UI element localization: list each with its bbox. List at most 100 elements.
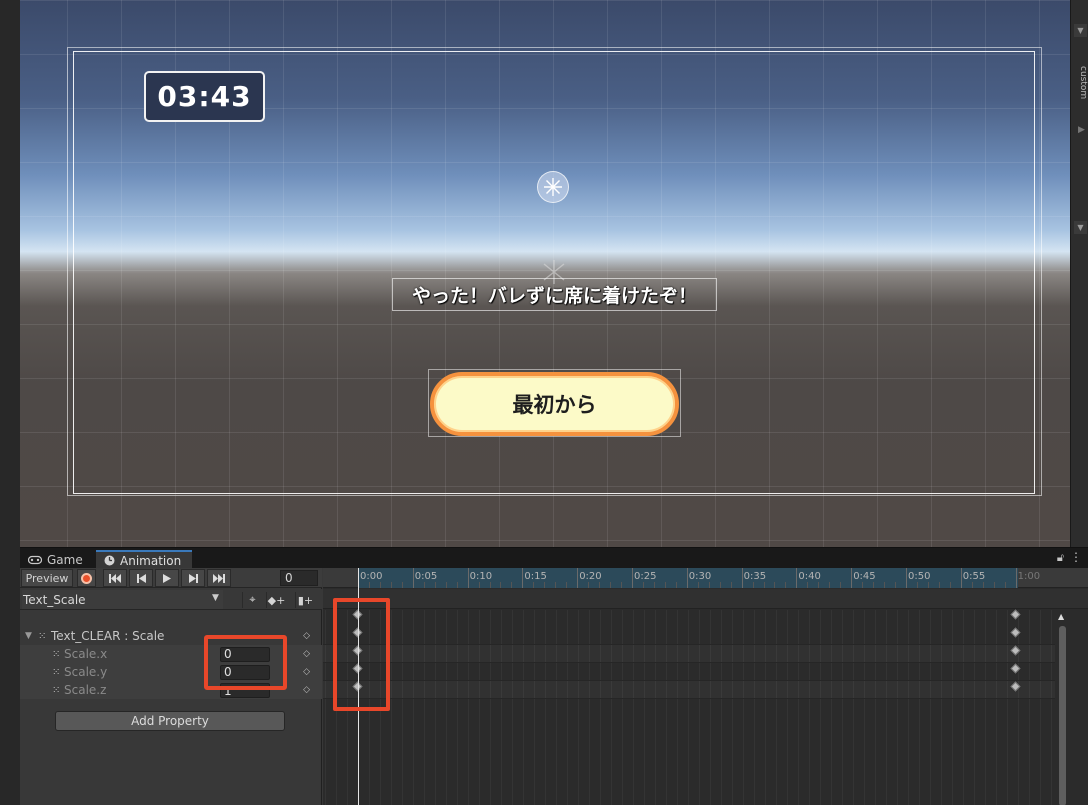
tick-mark — [401, 582, 403, 588]
tick-mark — [577, 568, 579, 588]
dopesheet-timeline[interactable]: 0:00 0:05 0:10 0:15 0:20 0:25 0:30 0:35 0:40 0:45… — [323, 568, 1088, 805]
tick-label: 0:25 — [634, 571, 657, 582]
add-keyframe-icon[interactable]: ◆+ — [266, 592, 286, 608]
timer-text[interactable]: 03:43 — [144, 71, 265, 122]
track-row — [323, 645, 1055, 663]
restart-button[interactable]: 最初から — [430, 372, 679, 436]
tick-mark — [697, 582, 699, 588]
skip-to-end-icon — [213, 573, 225, 583]
scene-view[interactable]: 03:43 やった！バレずに席に着けたぞ！ 最初から — [20, 0, 1070, 547]
collapse-arrow-icon[interactable]: ▼ — [1074, 221, 1087, 234]
highlight-box-keyframes — [333, 598, 390, 711]
record-button[interactable] — [77, 569, 96, 587]
tick-mark — [730, 582, 732, 588]
tick-mark — [653, 582, 655, 588]
tick-label: 0:20 — [579, 571, 602, 582]
tick-mark — [664, 582, 666, 588]
tick-mark — [390, 582, 392, 588]
play-icon — [163, 573, 171, 583]
tick-label: 0:55 — [962, 571, 986, 582]
scroll-up-arrow-icon[interactable]: ▲ — [1058, 612, 1064, 621]
tick-mark — [566, 582, 568, 588]
tick-mark — [840, 582, 842, 588]
tick-label: 0:40 — [798, 571, 821, 582]
tick-mark — [675, 582, 677, 588]
tick-mark — [763, 582, 765, 588]
tick-mark — [434, 582, 436, 588]
event-lane[interactable] — [323, 589, 1088, 609]
first-keyframe-button[interactable] — [103, 569, 127, 587]
preview-button[interactable]: Preview — [21, 569, 73, 587]
tick-mark — [971, 582, 973, 588]
rect-transform-icon: ⁙ — [52, 648, 61, 660]
property-label: Scale.y — [64, 665, 108, 679]
tick-mark — [873, 582, 875, 588]
frame-input[interactable]: 0 — [280, 570, 318, 586]
property-label: Text_CLEAR : Scale — [51, 629, 165, 643]
tick-mark — [752, 582, 754, 588]
keyframe-toggle-icon[interactable]: ◇ — [303, 685, 310, 695]
tick-mark — [456, 582, 458, 588]
clear-message-text[interactable]: やった！バレずに席に着けたぞ！ — [392, 278, 717, 311]
tab-animation[interactable]: Animation — [96, 550, 192, 569]
add-event-icon[interactable]: ▮+ — [295, 592, 315, 608]
filter-by-selection-icon[interactable]: ⌖ — [242, 592, 262, 608]
keyframe-toggle-icon[interactable]: ◇ — [303, 631, 310, 641]
unity-editor: 03:43 やった！バレずに席に着けたぞ！ 最初から ▼ ▼ custom ▶ … — [0, 0, 1088, 805]
expand-triangle-icon[interactable]: ▼ — [25, 631, 32, 641]
keyframe-track-area[interactable] — [323, 610, 1055, 805]
play-button[interactable] — [155, 569, 179, 587]
tick-mark — [993, 582, 995, 588]
tick-mark — [829, 582, 831, 588]
tick-label: 0:45 — [853, 571, 876, 582]
tick-label: 1:00 — [1017, 571, 1041, 582]
tick-mark — [642, 582, 644, 588]
tick-mark — [949, 582, 951, 588]
tick-mark — [599, 582, 601, 588]
tick-mark — [927, 582, 929, 588]
tick-mark — [719, 582, 721, 588]
keyframe-toggle-icon[interactable]: ◇ — [303, 667, 310, 677]
more-menu-icon[interactable]: ⋮ — [1070, 550, 1082, 564]
tick-label: 0:35 — [743, 571, 767, 582]
tick-mark — [741, 568, 743, 588]
tick-mark — [938, 582, 940, 588]
tick-mark — [906, 568, 907, 588]
lock-icon[interactable]: 🔓︎ — [1057, 551, 1064, 565]
tick-mark — [533, 582, 535, 588]
add-property-button[interactable]: Add Property — [55, 711, 285, 731]
tick-mark — [960, 568, 962, 588]
tab-label: Game — [47, 552, 83, 567]
vertical-scrollbar[interactable]: ▲ — [1056, 610, 1068, 805]
next-keyframe-button[interactable] — [181, 569, 205, 587]
track-row — [323, 627, 1055, 645]
highlight-box-values — [204, 635, 287, 690]
left-panel-edge — [0, 0, 20, 805]
tick-mark — [423, 582, 425, 588]
light-gizmo-icon[interactable] — [537, 171, 569, 203]
collapse-arrow-icon[interactable]: ▼ — [1074, 24, 1087, 37]
tick-mark — [1015, 568, 1017, 588]
tick-mark — [895, 582, 897, 588]
scrollbar-thumb[interactable] — [1059, 626, 1066, 805]
tick-mark — [588, 582, 590, 588]
tick-mark — [544, 582, 546, 588]
tick-mark — [522, 568, 524, 588]
expand-arrow-icon[interactable]: ▶ — [1078, 125, 1085, 135]
track-row — [323, 681, 1055, 699]
keyframe-toggle-icon[interactable]: ◇ — [303, 649, 310, 659]
previous-keyframe-button[interactable] — [129, 569, 153, 587]
tick-mark — [489, 582, 491, 588]
tick-mark — [916, 582, 918, 588]
rect-transform-icon: ⁙ — [38, 630, 47, 642]
clip-dropdown[interactable]: Text_Scale — [22, 590, 223, 609]
time-ruler[interactable]: 0:00 0:05 0:10 0:15 0:20 0:25 0:30 0:35 0:40 0:45… — [323, 568, 1088, 588]
animation-window: Preview 0 Text_Scale ▼ ⌖ ◆+ ▮+ ▼ ⁙ Text_… — [20, 568, 1088, 805]
tick-label: 0:50 — [908, 571, 931, 582]
track-row — [323, 663, 1055, 681]
tab-game[interactable]: Game — [20, 550, 96, 569]
last-keyframe-button[interactable] — [207, 569, 231, 587]
panel-tab-bar: Game Animation 🔓︎ ⋮ — [20, 547, 1088, 569]
dropdown-arrow-icon: ▼ — [212, 593, 219, 603]
tick-mark — [796, 568, 798, 588]
